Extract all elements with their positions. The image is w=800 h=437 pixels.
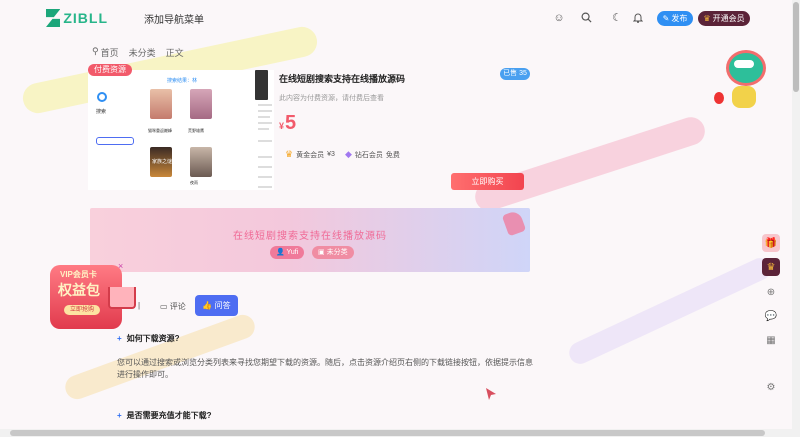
vertical-scroll-thumb[interactable] <box>793 2 799 92</box>
breadcrumb-current: 正文 <box>165 48 184 58</box>
publish-label: 发布 <box>671 14 688 23</box>
gold-member-price: ♛ 黄金会员 ¥3 <box>285 149 335 160</box>
preview-poster <box>190 147 212 177</box>
mascot-body <box>732 86 756 108</box>
thumb-up-icon: 👍 <box>202 301 213 310</box>
post-banner: 在线短剧搜索支持在线播放源码 👤 Yufi ▣ 未分类 <box>90 208 530 272</box>
vip-card-line2: 权益包 <box>58 282 100 298</box>
moon-icon[interactable]: ☾ <box>611 12 623 24</box>
vip-card-cta[interactable]: 立即抢购 <box>64 305 100 315</box>
nav-menu-add[interactable]: 添加导航菜单 <box>144 11 204 26</box>
lion-mascot-image[interactable] <box>712 40 774 112</box>
logo-text: ZIBLL <box>63 10 108 26</box>
diamond-icon: ◆ <box>345 149 352 159</box>
tab-indicator: | <box>138 301 141 310</box>
tab-comments[interactable]: ▭ 评论 <box>160 301 186 312</box>
author-name: Yufi <box>286 249 299 256</box>
preview-caption: 夜雨 <box>190 180 198 185</box>
currency-symbol: ¥ <box>279 121 285 131</box>
vip-crown-icon[interactable]: ♛ <box>762 258 780 276</box>
lantern-icon <box>714 92 724 104</box>
breadcrumb-category[interactable]: 未分类 <box>129 46 156 59</box>
add-icon[interactable]: ⊕ <box>762 283 780 301</box>
tab-qa[interactable]: 👍 问答 <box>195 295 238 316</box>
resource-preview-image[interactable] <box>88 70 274 190</box>
vertical-scrollbar[interactable] <box>792 0 800 437</box>
shopping-cart-icon <box>108 287 136 309</box>
gold-member-label: 黄金会员 <box>296 151 325 159</box>
vip-card-close-icon[interactable]: × <box>118 261 128 271</box>
paid-notice: 此内容为付费资源，请付费后查看 <box>279 95 384 102</box>
gold-member-value: ¥3 <box>327 151 335 158</box>
faq-question-text: 是否需要充值才能下载? <box>126 411 212 420</box>
preview-caption: 家族之谜 <box>152 159 173 165</box>
breadcrumb: ⚲ 首页 未分类 正文 <box>92 46 184 59</box>
preview-search-label: 搜索 <box>96 109 107 115</box>
preview-search-icon <box>97 92 107 102</box>
preview-poster <box>150 89 172 119</box>
horizontal-scroll-thumb[interactable] <box>10 430 765 436</box>
tab-comments-label: 评论 <box>169 302 186 311</box>
top-header: ZIBLL 添加导航菜单 ☺ ☾ ✎ 发布 ♛ 开通会员 <box>0 0 800 36</box>
buy-now-button[interactable]: 立即购买 <box>451 173 524 190</box>
preview-caption: 猫咪重返巅峰 <box>148 128 172 133</box>
comment-icon: ▭ <box>160 302 168 311</box>
pencil-icon: ✎ <box>662 14 670 23</box>
vip-card-line1: VIP会员卡 <box>60 270 97 279</box>
tab-qa-label: 问答 <box>214 301 231 310</box>
mascot-eyes <box>734 60 754 68</box>
site-logo[interactable]: ZIBLL <box>46 8 108 28</box>
category-name: 未分类 <box>326 249 348 256</box>
resource-thumbnail[interactable] <box>255 70 268 100</box>
breadcrumb-home[interactable]: 首页 <box>101 46 119 59</box>
mascot-head <box>726 50 766 86</box>
diamond-member-price: ◆ 钻石会员 免费 <box>345 149 400 160</box>
faq-question[interactable]: + 是否需要充值才能下载? <box>117 410 212 421</box>
category-pill[interactable]: ▣ 未分类 <box>312 246 354 259</box>
price: ¥5 <box>279 112 296 135</box>
open-vip-button[interactable]: ♛ 开通会员 <box>698 11 750 26</box>
settings-gear-icon[interactable]: ⚙ <box>762 378 780 396</box>
sold-count-badge: 已售 35 <box>500 68 530 80</box>
folder-icon: ▣ <box>318 249 325 256</box>
qrcode-icon[interactable]: ▦ <box>762 331 780 349</box>
diamond-member-value: 免费 <box>385 151 400 159</box>
vip-benefit-popup[interactable]: VIP会员卡 权益包 立即抢购 × <box>46 261 138 336</box>
horizontal-scrollbar[interactable] <box>0 429 792 437</box>
plus-icon: + <box>117 411 122 420</box>
diamond-member-label: 钻石会员 <box>354 151 383 159</box>
user-icon: 👤 <box>276 249 285 256</box>
mouse-cursor-icon <box>486 388 496 400</box>
gift-icon[interactable]: 🎁 <box>762 234 780 252</box>
bell-icon[interactable] <box>632 12 644 24</box>
bg-streak <box>471 113 709 215</box>
preview-caption: 荒野雄鹰 <box>188 128 204 133</box>
paid-resource-tag: 付费资源 <box>88 64 132 76</box>
logo-mark-icon <box>46 9 61 27</box>
resource-title: 在线短剧搜索支持在线播放源码 <box>279 74 406 84</box>
gold-crown-icon: ♛ <box>285 149 294 159</box>
preview-document-lines <box>258 104 272 188</box>
location-icon: ⚲ <box>92 46 99 56</box>
author-pill[interactable]: 👤 Yufi <box>270 246 305 259</box>
bg-streak <box>565 254 775 368</box>
banner-title: 在线短剧搜索支持在线播放源码 <box>233 231 387 242</box>
crown-icon: ♛ <box>703 14 711 23</box>
theme-face-icon[interactable]: ☺ <box>553 12 565 24</box>
publish-button[interactable]: ✎ 发布 <box>657 11 693 26</box>
vip-label: 开通会员 <box>712 14 745 23</box>
preview-poster <box>190 89 212 119</box>
preview-input <box>96 137 134 145</box>
search-icon[interactable] <box>580 12 592 24</box>
wechat-icon[interactable]: 💬 <box>762 307 780 325</box>
preview-result-title: 搜索结果：林 <box>167 78 198 84</box>
price-value: 5 <box>285 112 297 134</box>
faq-answer: 您可以通过搜索或浏览分类列表来寻找您期望下载的资源。随后，点击资源介绍页右侧的下… <box>117 358 533 379</box>
